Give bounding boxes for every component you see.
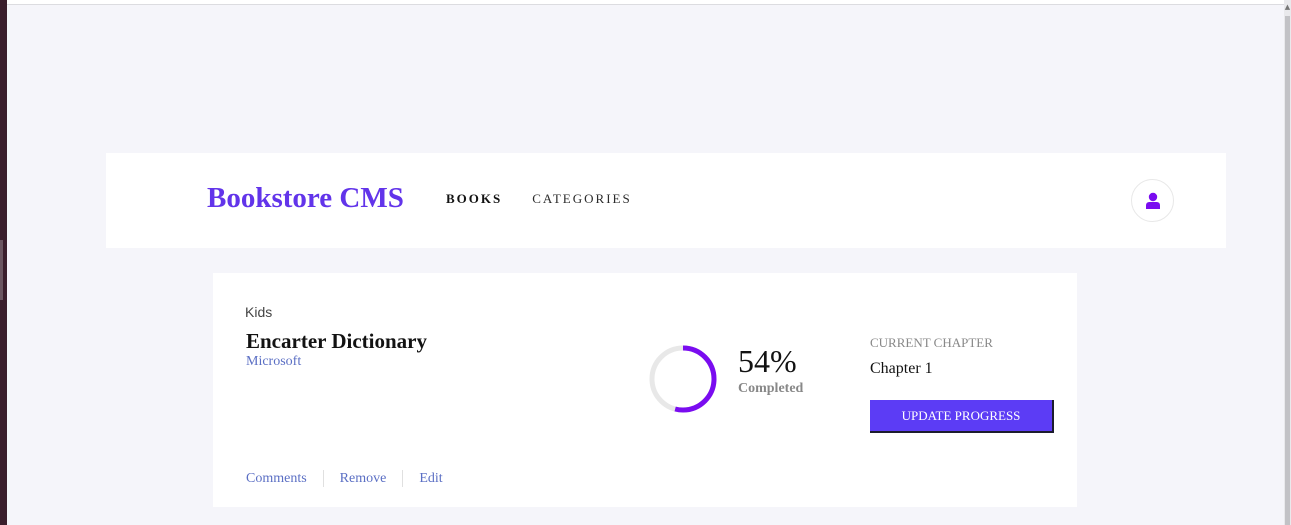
user-avatar-button[interactable] — [1131, 179, 1174, 222]
window-edge — [0, 0, 7, 525]
book-author[interactable]: Microsoft — [246, 354, 301, 370]
window-edge-handle — [0, 240, 3, 300]
scrollbar-thumb[interactable] — [1285, 16, 1290, 525]
user-icon — [1146, 192, 1160, 209]
book-genre: Kids — [245, 304, 273, 320]
browser-top-edge — [7, 0, 1284, 5]
nav-books-link[interactable]: BOOKS — [446, 190, 502, 208]
app-header: Bookstore CMS BOOKS CATEGORIES — [106, 153, 1226, 248]
update-progress-button[interactable]: UPDATE PROGRESS — [870, 400, 1054, 433]
book-card: Kids Encarter Dictionary Microsoft Comme… — [213, 273, 1077, 507]
vertical-scrollbar[interactable]: ▲ — [1284, 0, 1291, 525]
scroll-up-icon[interactable]: ▲ — [1284, 2, 1291, 12]
book-actions: Comments Remove Edit — [246, 470, 443, 487]
action-divider — [322, 470, 324, 487]
book-title: Encarter Dictionary — [246, 329, 427, 353]
progress-percent: 54% — [738, 343, 797, 379]
current-chapter-label: CURRENT CHAPTER — [870, 335, 993, 350]
comments-button[interactable]: Comments — [246, 471, 307, 487]
action-divider — [402, 470, 404, 487]
nav-categories-link[interactable]: CATEGORIES — [532, 190, 631, 208]
current-chapter-value: Chapter 1 — [870, 360, 933, 377]
main-nav: BOOKS CATEGORIES — [446, 190, 632, 208]
brand-title: Bookstore CMS — [207, 182, 404, 214]
progress-completed-label: Completed — [738, 381, 804, 396]
edit-button[interactable]: Edit — [419, 471, 442, 487]
progress-ring — [649, 345, 717, 413]
remove-button[interactable]: Remove — [340, 471, 387, 487]
